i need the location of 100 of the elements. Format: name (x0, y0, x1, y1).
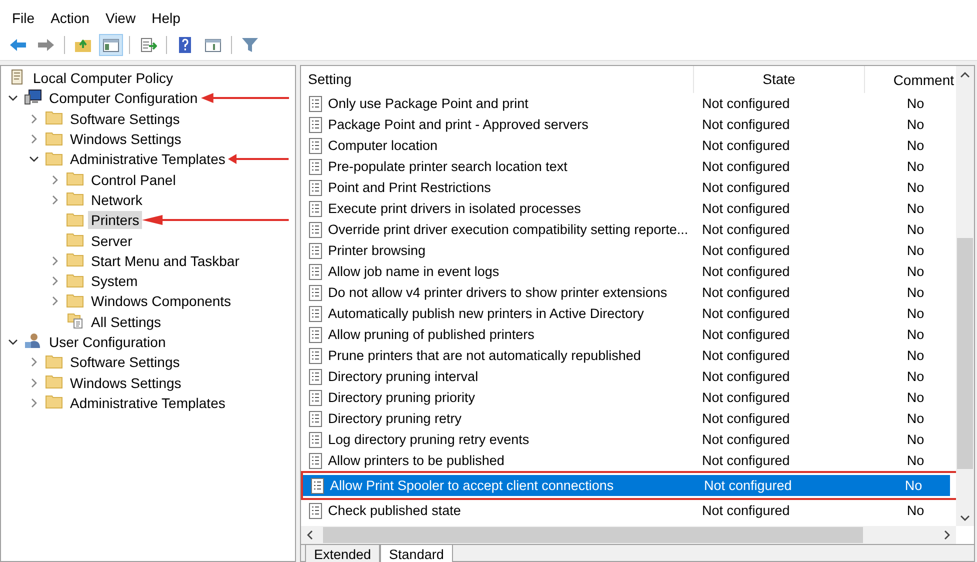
policy-setting-icon (308, 242, 323, 260)
column-header[interactable]: Comment (865, 72, 956, 88)
policy-setting-icon (308, 178, 323, 196)
tree-item[interactable]: Windows Settings (67, 374, 184, 392)
table-row[interactable]: Allow printers to be published Not configured No (301, 450, 956, 471)
filter-icon (241, 36, 259, 54)
table-row[interactable]: Check published state Not configured No (301, 500, 956, 521)
state-cell-text: Not configured (701, 503, 791, 518)
policy-setting-icon (308, 94, 323, 112)
table-row[interactable]: Override print driver execution compatibility setting reporte... Not configured No (301, 219, 956, 240)
table-row[interactable]: Allow job name in event logs Not configured No (301, 261, 956, 282)
state-cell-text: Not configured (701, 96, 791, 111)
tree-item[interactable]: Software Settings (67, 353, 183, 372)
scroll-left-icon[interactable] (305, 530, 315, 540)
table-row[interactable]: Automatically publish new printers in Active Directory Not configured No (301, 303, 956, 324)
table-row[interactable]: Printer browsing Not configured No (301, 240, 956, 261)
policy-setting-icon (308, 388, 323, 406)
setting-name: Log directory pruning retry events (328, 432, 530, 447)
comment-cell-text: No (906, 264, 926, 279)
table-row[interactable]: Allow pruning of published printers Not configured No (301, 324, 956, 345)
setting-name: Printer browsing (328, 243, 426, 258)
policy-setting-icon (308, 116, 323, 134)
comment-cell-text: No (906, 348, 926, 363)
tree-item[interactable]: Network (88, 190, 146, 209)
tree-item[interactable]: Administrative Templates (67, 150, 228, 168)
tree-item[interactable]: Server (88, 232, 136, 250)
table-row[interactable]: Computer location Not configured No (301, 135, 956, 156)
scroll-up-icon[interactable] (960, 70, 970, 80)
policy-setting-icon (308, 430, 323, 448)
tree-item[interactable]: Start Menu and Taskbar (88, 252, 242, 270)
table-row[interactable]: Prune printers that are not automatically republished Not configured No (301, 345, 956, 366)
policy-setting-icon (308, 220, 323, 238)
state-cell-text: Not configured (701, 159, 791, 174)
state-cell-text: Not configured (701, 306, 791, 321)
table-row[interactable]: Directory pruning interval Not configured No (301, 366, 956, 387)
tree-item[interactable]: All Settings (88, 312, 164, 331)
policy-setting-icon (310, 476, 325, 494)
setting-name: Do not allow v4 printer drivers to show printer extensions (328, 285, 668, 300)
table-row[interactable]: Log directory pruning retry events Not configured No (301, 429, 956, 450)
back-arrow-icon (9, 36, 27, 54)
comment-cell-text: No (906, 117, 926, 132)
state-cell-text: Not configured (701, 369, 791, 384)
help-icon (176, 36, 194, 54)
tree-item[interactable]: System (88, 272, 141, 290)
column-header[interactable]: State (693, 66, 865, 93)
comment-cell-text: No (906, 306, 926, 321)
setting-name: Allow Print Spooler to accept client connections (330, 478, 614, 493)
policy-setting-icon (308, 284, 323, 302)
view-tab[interactable]: Extended (305, 545, 380, 562)
setting-name: Only use Package Point and print (328, 96, 528, 111)
tree-item[interactable]: Control Panel (88, 170, 179, 189)
state-cell-text: Not configured (703, 478, 793, 493)
tree-item[interactable]: User Configuration (46, 333, 169, 351)
tree-item[interactable]: Windows Settings (67, 130, 184, 148)
state-cell-text: Not configured (701, 180, 791, 195)
setting-name: Execute print drivers in isolated processes (328, 201, 581, 216)
tree-item[interactable]: Printers (88, 211, 142, 230)
menu-item[interactable]: File (6, 8, 41, 28)
forward-arrow-icon (37, 36, 55, 54)
comment-cell-text: No (906, 411, 926, 426)
menu-item[interactable]: Action (44, 8, 96, 28)
horizontal-scrollbar[interactable] (301, 526, 956, 544)
tree-item[interactable]: Administrative Templates (67, 394, 228, 412)
tree-item[interactable]: Windows Components (88, 292, 234, 310)
policy-setting-icon (308, 200, 323, 218)
state-cell-text: Not configured (701, 327, 791, 342)
view-tab[interactable]: Standard (380, 545, 453, 562)
setting-name: Pre-populate printer search location text (328, 159, 568, 174)
menu-item[interactable]: Help (146, 8, 186, 28)
user-icon (24, 332, 42, 350)
table-row[interactable]: Allow Print Spooler to accept client connections Not configured No (303, 475, 950, 496)
table-row[interactable]: Directory pruning retry Not configured No (301, 408, 956, 429)
table-row[interactable]: Point and Print Restrictions Not configured No (301, 177, 956, 198)
column-header[interactable]: Setting (301, 66, 693, 93)
scroll-down-icon[interactable] (960, 512, 970, 522)
table-row[interactable]: Package Point and print - Approved servers Not configured No (301, 114, 956, 135)
table-row[interactable]: Do not allow v4 printer drivers to show printer extensions Not configured No (301, 282, 956, 303)
menu-item[interactable]: View (99, 8, 142, 28)
state-cell-text: Not configured (701, 411, 791, 426)
policy-setting-icon (308, 304, 323, 322)
comment-cell-text: No (904, 478, 924, 493)
scroll-right-icon[interactable] (942, 530, 952, 540)
settings-list-icon (66, 311, 84, 330)
tree-item[interactable]: Software Settings (67, 110, 183, 128)
toolbar-button[interactable] (99, 34, 123, 56)
table-row[interactable]: Execute print drivers in isolated processes Not configured No (301, 198, 956, 219)
setting-name: Directory pruning retry (328, 411, 462, 426)
vertical-scrollbar[interactable] (956, 66, 974, 526)
table-row[interactable]: Directory pruning priority Not configured No (301, 387, 956, 408)
state-cell-text: Not configured (701, 138, 791, 153)
export-list-icon (139, 36, 157, 54)
table-row[interactable]: Only use Package Point and print Not configured No (301, 93, 956, 114)
setting-name: Allow printers to be published (328, 453, 504, 468)
comment-cell-text: No (906, 138, 926, 153)
tree-item[interactable]: Computer Configuration (46, 89, 201, 108)
policy-setting-icon (308, 368, 323, 386)
tree-item[interactable]: Local Computer Policy (30, 69, 176, 88)
comment-cell-text: No (906, 201, 926, 216)
table-row[interactable]: Pre-populate printer search location text Not configured No (301, 156, 956, 177)
comment-cell-text: No (906, 390, 926, 405)
